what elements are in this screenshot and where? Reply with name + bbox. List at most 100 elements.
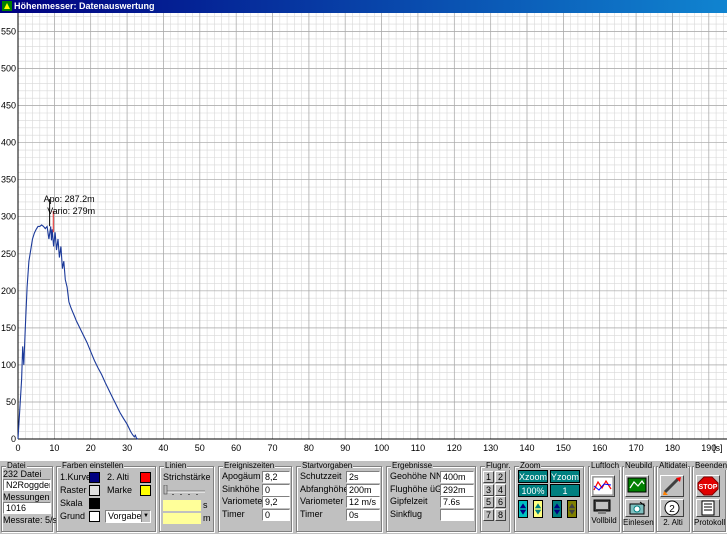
x-tick-label: 150 (556, 443, 571, 453)
ergebnisse-label-2: Gipfelzeit (390, 496, 428, 506)
start-field-0[interactable]: 2s (346, 471, 380, 483)
ereignis-field-0[interactable]: 8,2 (262, 471, 290, 483)
vollbild-button[interactable] (591, 499, 615, 515)
flugnr-button-5[interactable]: 5 (483, 496, 494, 508)
x-tick-label: 20 (86, 443, 96, 453)
y-tick-label: 50 (6, 397, 16, 407)
flugnr-legend: Flugnr. (485, 461, 512, 470)
xzoom-increase-arrow-icon[interactable] (533, 500, 543, 518)
startvorgaben-group: Startvorgaben Schutzzeit 2s Abfanghöhe 200m… (296, 461, 382, 532)
chart-area[interactable]: 0 50 100 150 200 250 300 350 400 450 500 550 0 10 20 30… (0, 13, 727, 460)
skala-label: Skala (60, 498, 83, 508)
xzoom-decrease-arrow-icon[interactable] (518, 500, 528, 518)
marke-color-swatch[interactable] (140, 485, 151, 496)
yzoom-decrease-arrow-icon[interactable] (552, 500, 562, 518)
x-tick-label: 120 (447, 443, 462, 453)
ereigniszeiten-legend: Ereigniszeiten (223, 461, 276, 470)
yzoom-button[interactable]: Yzoom (550, 470, 580, 483)
ereignis-field-3[interactable]: 0 (262, 508, 290, 521)
flugnr-button-3[interactable]: 3 (483, 483, 494, 496)
neubild-button[interactable] (625, 475, 649, 497)
ergebnisse-group: Ergebnisse Geohöhe NN 400m Flughöhe üG 292m… (386, 461, 476, 532)
app-icon (2, 1, 12, 11)
datei-name-field[interactable]: N2Roggden (3, 479, 51, 491)
strichstaerke-slider[interactable] (163, 485, 207, 495)
x-tick-label: 100 (374, 443, 389, 453)
yzoom-value: 1 (550, 484, 580, 497)
unit-m-label: m (203, 513, 211, 523)
messrate-label: Messrate: 5/s (3, 515, 58, 525)
rocket-icon (663, 477, 681, 495)
einlesen-button[interactable] (625, 499, 649, 517)
alti2-button[interactable]: 2 (660, 499, 684, 517)
ergebnisse-field-1[interactable]: 292m (440, 483, 474, 496)
ergebnisse-label-3: Sinkflug (390, 508, 423, 519)
control-panel: Datei 232 Datei N2Roggden Messungen 1016… (0, 460, 727, 534)
x-tick-label: 40 (158, 443, 168, 453)
flugnr-button-1[interactable]: 1 (483, 471, 494, 483)
flugnr-button-2[interactable]: 2 (495, 471, 506, 483)
grund-label: Grund (60, 511, 86, 521)
alti2-color-swatch[interactable] (140, 472, 151, 483)
alti2-label: 2. Alti (107, 472, 130, 482)
luftloch-button[interactable] (591, 475, 615, 497)
neubild-legend: Neubild (624, 461, 654, 470)
start-label-3: Timer (300, 508, 323, 519)
start-field-3[interactable]: 0s (346, 508, 380, 521)
strichstaerke-label: Strichstärke (163, 472, 211, 482)
beenden-button[interactable]: STOP (696, 475, 720, 497)
marker-time-field[interactable] (163, 500, 201, 511)
x-tick-label: 170 (629, 443, 644, 453)
y-tick-label: 550 (1, 27, 16, 37)
raster-color-swatch[interactable] (89, 485, 100, 496)
y-tick-label: 400 (1, 138, 16, 148)
window-title: Höhenmesser: Datenauswertung (14, 1, 155, 11)
refresh-chart-icon (627, 477, 647, 493)
vorgabe-select[interactable]: Vorgabe ▼ (105, 510, 151, 523)
skala-color-swatch[interactable] (89, 498, 100, 509)
ereignis-label-3: Timer (222, 508, 245, 519)
start-field-2[interactable]: 12 m/s (346, 496, 380, 508)
marke-label: Marke (107, 485, 133, 495)
altidatei-button[interactable] (660, 475, 684, 497)
flugnr-button-7[interactable]: 7 (483, 508, 494, 521)
x-tick-label: 140 (520, 443, 535, 453)
einlesen-label: Einlesen (623, 518, 654, 527)
ereignis-field-1[interactable]: 0 (262, 483, 290, 496)
minor-grid (17, 13, 727, 440)
protokoll-button[interactable] (696, 499, 720, 517)
flugnr-button-4[interactable]: 4 (495, 483, 506, 496)
ergebnisse-field-2[interactable]: 7.6s (440, 496, 474, 508)
unit-s-label: s (203, 500, 208, 510)
x-tick-label: 60 (231, 443, 241, 453)
linien-legend: Linien (164, 461, 188, 470)
flugnr-button-8[interactable]: 8 (495, 508, 506, 521)
luftloch-legend: Luftloch (590, 461, 621, 470)
xzoom-button[interactable]: Xzoom (518, 470, 548, 483)
marker-height-field[interactable] (163, 513, 201, 524)
stop-sign-text: STOP (699, 484, 718, 491)
beenden-group: Beenden STOP Protokoll (692, 461, 727, 532)
altidatei-group: Altidatei 2 2. Alti (656, 461, 690, 532)
protokoll-label: Protokoll (694, 518, 726, 527)
messungen-field[interactable]: 1016 (3, 502, 51, 514)
ereignis-field-2[interactable]: 9,2 (262, 496, 290, 508)
x-unit-label: [s] (713, 443, 723, 453)
flugnr-button-6[interactable]: 6 (495, 496, 506, 508)
ergebnisse-field-0[interactable]: 400m (440, 471, 474, 483)
ergebnisse-label-0: Geohöhe NN (390, 471, 443, 481)
kurve1-color-swatch[interactable] (89, 472, 100, 483)
chart-line-icon (592, 476, 614, 496)
altitude-chart[interactable]: 0501001502002503003504004505005500 10 20 30… (0, 13, 727, 460)
yzoom-increase-arrow-icon[interactable] (567, 500, 577, 518)
linien-group: Linien Strichstärke s m (159, 461, 214, 532)
ergebnisse-field-3[interactable] (440, 508, 474, 521)
start-label-1: Abfanghöhe (300, 483, 349, 494)
start-field-1[interactable]: 200m (346, 483, 380, 496)
zoom-legend: Zoom (519, 461, 542, 470)
y-tick-label: 350 (1, 175, 16, 185)
vario-annotation: Vario: 279m (47, 206, 95, 216)
grund-color-swatch[interactable] (89, 511, 100, 522)
kurve1-label: 1.Kurve (60, 472, 92, 482)
read-data-icon (629, 501, 646, 515)
